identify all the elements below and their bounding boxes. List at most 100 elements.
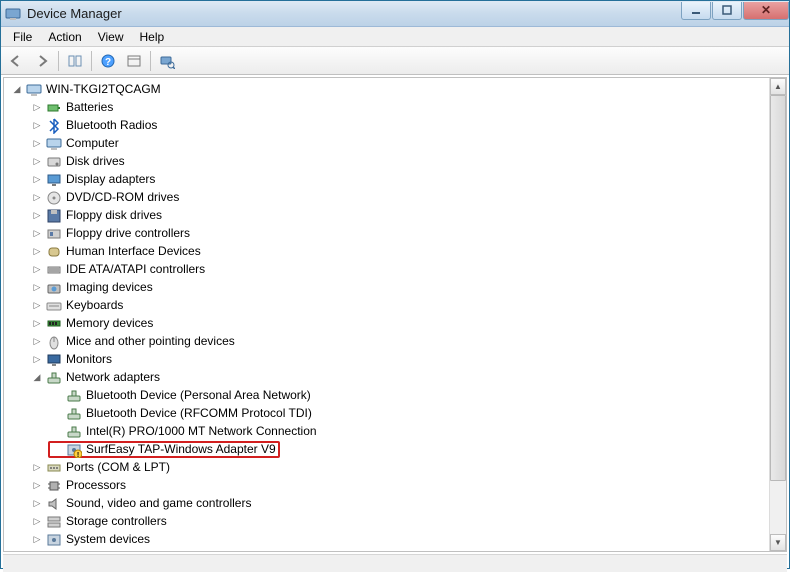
menubar: File Action View Help — [1, 27, 789, 47]
expand-icon[interactable]: ▷ — [30, 119, 44, 133]
tree-item[interactable]: ◢ Network adapters — [28, 369, 162, 386]
scroll-down-button[interactable]: ▼ — [770, 534, 786, 551]
tree-item[interactable]: ▷ Computer — [28, 135, 121, 152]
expand-icon[interactable]: ▷ — [30, 101, 44, 115]
expand-icon[interactable]: ▷ — [30, 299, 44, 313]
expand-icon[interactable]: ▷ — [30, 461, 44, 475]
expand-icon[interactable]: ▷ — [30, 515, 44, 529]
tree-item[interactable]: ▷!SurfEasy TAP-Windows Adapter V9 — [48, 441, 280, 458]
monitor-icon — [46, 352, 62, 368]
expand-icon[interactable]: ▷ — [30, 335, 44, 349]
tree-item[interactable]: ▷Bluetooth Device (RFCOMM Protocol TDI) — [48, 405, 314, 422]
tree-item[interactable]: ▷Imaging devices — [28, 279, 155, 296]
network-icon — [66, 406, 82, 422]
expand-icon[interactable]: ▷ — [30, 155, 44, 169]
expand-icon[interactable]: ▷ — [30, 317, 44, 331]
window-title: Device Manager — [27, 6, 681, 21]
vertical-scrollbar[interactable]: ▲ ▼ — [769, 78, 786, 551]
content-area: ◢ WIN-TKGI2TQCAGM ▷ Batteries▷Bluetooth R… — [3, 77, 787, 552]
tree-item[interactable]: ▷ System devices — [28, 531, 152, 548]
sound-icon — [46, 496, 62, 512]
port-icon — [46, 460, 62, 476]
tree-item[interactable]: ▷Floppy drive controllers — [28, 225, 192, 242]
tree-item-label: Display adapters — [66, 171, 155, 188]
tree-item-label: Batteries — [66, 99, 113, 116]
close-button[interactable]: ✕ — [743, 2, 789, 20]
collapse-icon[interactable]: ◢ — [30, 371, 44, 385]
tree-item[interactable]: ▷Processors — [28, 477, 128, 494]
menu-file[interactable]: File — [5, 28, 40, 46]
expand-icon[interactable]: ▷ — [30, 227, 44, 241]
tree-item[interactable]: ▷ Monitors — [28, 351, 114, 368]
minimize-button[interactable] — [681, 2, 711, 20]
tree-item-label: Network adapters — [66, 369, 160, 386]
collapse-icon[interactable]: ◢ — [10, 83, 24, 97]
statusbar — [3, 554, 787, 572]
scan-hardware-button[interactable] — [155, 49, 179, 73]
network-icon — [46, 370, 62, 386]
display-icon — [46, 172, 62, 188]
scroll-up-button[interactable]: ▲ — [770, 78, 786, 95]
tree-item[interactable]: ▷Intel(R) PRO/1000 MT Network Connection — [48, 423, 319, 440]
expand-icon[interactable]: ▷ — [30, 263, 44, 277]
tree-item-label: System devices — [66, 531, 150, 548]
expand-icon[interactable]: ▷ — [30, 497, 44, 511]
toolbar: ? — [1, 47, 789, 75]
tree-item[interactable]: ▷ Storage controllers — [28, 513, 169, 530]
properties-button[interactable] — [122, 49, 146, 73]
network-warn-icon: ! — [66, 442, 82, 458]
expand-icon[interactable]: ▷ — [30, 353, 44, 367]
tree-item-label: Mice and other pointing devices — [66, 333, 235, 350]
disk-icon — [46, 154, 62, 170]
back-button[interactable] — [4, 49, 28, 73]
tree-item[interactable]: ▷Sound, video and game controllers — [28, 495, 253, 512]
expand-icon[interactable]: ▷ — [30, 245, 44, 259]
tree-item[interactable]: ▷ Display adapters — [28, 171, 157, 188]
tree-item[interactable]: ▷ Batteries — [28, 99, 115, 116]
mouse-icon — [46, 334, 62, 350]
tree-item[interactable]: ▷Floppy disk drives — [28, 207, 164, 224]
tree-root[interactable]: ◢ WIN-TKGI2TQCAGM — [8, 81, 163, 98]
help-button[interactable]: ? — [96, 49, 120, 73]
tree-item-label: Bluetooth Device (Personal Area Network) — [86, 387, 311, 404]
expand-icon[interactable]: ▷ — [30, 191, 44, 205]
tree-item[interactable]: ▷ Disk drives — [28, 153, 127, 170]
tree-item[interactable]: ▷DVD/CD-ROM drives — [28, 189, 181, 206]
tree-item-label: Human Interface Devices — [66, 243, 201, 260]
storage-icon — [46, 514, 62, 530]
tree-item[interactable]: ▷ Keyboards — [28, 297, 125, 314]
tree-item[interactable]: ▷IDE ATA/ATAPI controllers — [28, 261, 207, 278]
show-hide-console-button[interactable] — [63, 49, 87, 73]
device-tree[interactable]: ◢ WIN-TKGI2TQCAGM ▷ Batteries▷Bluetooth R… — [4, 78, 769, 551]
scrollbar-thumb[interactable] — [770, 95, 786, 481]
tree-item[interactable]: ▷Bluetooth Device (Personal Area Network… — [48, 387, 313, 404]
tree-item-label: Keyboards — [66, 297, 123, 314]
titlebar: Device Manager ✕ — [1, 1, 789, 27]
cdrom-icon — [46, 190, 62, 206]
tree-item[interactable]: ▷Ports (COM & LPT) — [28, 459, 172, 476]
expand-icon[interactable]: ▷ — [30, 479, 44, 493]
tree-item-label: Computer — [66, 135, 119, 152]
expand-icon[interactable]: ▷ — [30, 137, 44, 151]
menu-help[interactable]: Help — [132, 28, 173, 46]
maximize-button[interactable] — [712, 2, 742, 20]
tree-item[interactable]: ▷ Mice and other pointing devices — [28, 333, 237, 350]
tree-item-label: Disk drives — [66, 153, 125, 170]
tree-item-label: Storage controllers — [66, 513, 167, 530]
forward-button[interactable] — [30, 49, 54, 73]
expand-icon[interactable]: ▷ — [30, 533, 44, 547]
tree-item[interactable]: ▷ Human Interface Devices — [28, 243, 203, 260]
tree-item[interactable]: ▷Bluetooth Radios — [28, 117, 159, 134]
memory-icon — [46, 316, 62, 332]
expand-icon[interactable]: ▷ — [30, 209, 44, 223]
menu-view[interactable]: View — [90, 28, 132, 46]
expand-icon[interactable]: ▷ — [30, 173, 44, 187]
scrollbar-track[interactable] — [770, 95, 786, 534]
tree-item[interactable]: ▷Memory devices — [28, 315, 155, 332]
keyboard-icon — [46, 298, 62, 314]
tree-item-label: Intel(R) PRO/1000 MT Network Connection — [86, 423, 317, 440]
menu-action[interactable]: Action — [40, 28, 89, 46]
tree-item-label: Monitors — [66, 351, 112, 368]
hid-icon — [46, 244, 62, 260]
expand-icon[interactable]: ▷ — [30, 281, 44, 295]
